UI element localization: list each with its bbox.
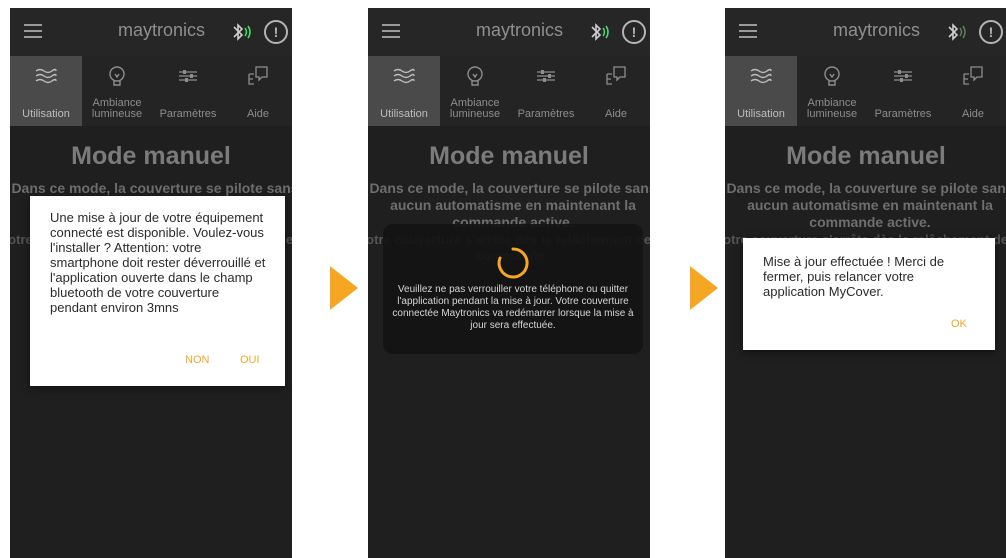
bluetooth-icon[interactable] (943, 20, 967, 44)
sliders-icon (537, 70, 555, 82)
hamburger-menu-icon[interactable] (382, 24, 400, 38)
brand-logo: maytronics (476, 20, 564, 40)
dialog-message: Mise à jour effectuée ! Merci de fermer,… (763, 254, 945, 299)
sliders-icon (179, 70, 197, 82)
tab-label: Paramètres (159, 108, 217, 120)
waves-icon (35, 68, 57, 84)
tab-utilisation[interactable]: Utilisation (10, 56, 82, 126)
sliders-icon (894, 70, 912, 82)
bluetooth-icon[interactable] (586, 20, 610, 44)
tab-label: Paramètres (874, 108, 932, 120)
tab-bar: Utilisation Ambiance lumineuse Paramètres… (10, 56, 292, 126)
help-chat-icon (963, 66, 983, 85)
tab-parametres[interactable]: Paramètres (867, 56, 939, 126)
yes-button[interactable]: OUI (240, 354, 260, 366)
tab-ambiance-lumineuse[interactable]: Ambiance lumineuse (440, 56, 510, 126)
tab-label: Ambiance lumineuse (91, 97, 143, 120)
tab-bar: Utilisation Ambiance lumineuse Paramètres… (725, 56, 1006, 126)
brand-logo: maytronics (833, 20, 921, 40)
tab-parametres[interactable]: Paramètres (152, 56, 224, 126)
help-chat-icon (606, 66, 626, 85)
tab-utilisation[interactable]: Utilisation (725, 56, 797, 126)
hamburger-menu-icon[interactable] (24, 24, 42, 38)
waves-icon (750, 68, 772, 84)
loading-spinner-icon (497, 247, 529, 279)
phone-screen-updating: maytronics ! Utilisation Ambiance lumineu… (368, 8, 650, 558)
bluetooth-icon[interactable] (228, 20, 252, 44)
lightbulb-icon (109, 66, 125, 86)
tab-label: Aide (604, 108, 628, 120)
lightbulb-icon (824, 66, 840, 86)
update-complete-dialog: Mise à jour effectuée ! Merci de fermer,… (743, 238, 995, 350)
tab-label: Paramètres (517, 108, 575, 120)
tab-bar: Utilisation Ambiance lumineuse Paramètres… (368, 56, 650, 126)
tab-label: Ambiance lumineuse (449, 97, 501, 120)
alert-circle-icon[interactable]: ! (979, 20, 1003, 44)
lightbulb-icon (467, 66, 483, 86)
hamburger-menu-icon[interactable] (739, 24, 757, 38)
update-progress-overlay: Veuillez ne pas verrouiller votre téléph… (383, 224, 643, 354)
tab-aide[interactable]: Aide (582, 56, 650, 126)
brand-logo: maytronics (118, 20, 206, 40)
tab-label: Utilisation (22, 108, 70, 120)
help-chat-icon (248, 66, 268, 85)
arrow-right-icon (330, 266, 358, 310)
alert-circle-icon[interactable]: ! (622, 20, 646, 44)
tab-ambiance-lumineuse[interactable]: Ambiance lumineuse (82, 56, 152, 126)
page-title: Mode manuel (786, 142, 946, 170)
loading-message: Veuillez ne pas verrouiller votre téléph… (392, 284, 634, 331)
phone-screen-update-done: maytronics ! Utilisation Ambiance lumineu… (725, 8, 1006, 558)
tab-label: Utilisation (737, 108, 785, 120)
top-bar: maytronics ! (10, 8, 292, 56)
phone-screen-update-prompt: maytronics ! Utilisation Ambiance lumineu… (10, 8, 292, 558)
waves-icon (393, 68, 415, 84)
tab-label: Aide (246, 108, 270, 120)
tab-parametres[interactable]: Paramètres (510, 56, 582, 126)
tab-ambiance-lumineuse[interactable]: Ambiance lumineuse (797, 56, 867, 126)
tab-utilisation[interactable]: Utilisation (368, 56, 440, 126)
tab-aide[interactable]: Aide (939, 56, 1006, 126)
update-available-dialog: Une mise à jour de votre équipement conn… (30, 196, 285, 386)
tab-label: Aide (961, 108, 985, 120)
alert-circle-icon[interactable]: ! (264, 20, 288, 44)
arrow-right-icon (690, 266, 718, 310)
dialog-message: Une mise à jour de votre équipement conn… (50, 210, 266, 315)
ok-button[interactable]: OK (951, 318, 967, 330)
mode-description: Dans ce mode, la couverture se pilote sa… (726, 180, 1006, 230)
no-button[interactable]: NON (185, 354, 209, 366)
page-title: Mode manuel (429, 142, 589, 170)
tab-label: Utilisation (380, 108, 428, 120)
tab-label: Ambiance lumineuse (806, 97, 858, 120)
top-bar: maytronics ! (368, 8, 650, 56)
page-title: Mode manuel (71, 142, 231, 170)
top-bar: maytronics ! (725, 8, 1006, 56)
tab-aide[interactable]: Aide (224, 56, 292, 126)
